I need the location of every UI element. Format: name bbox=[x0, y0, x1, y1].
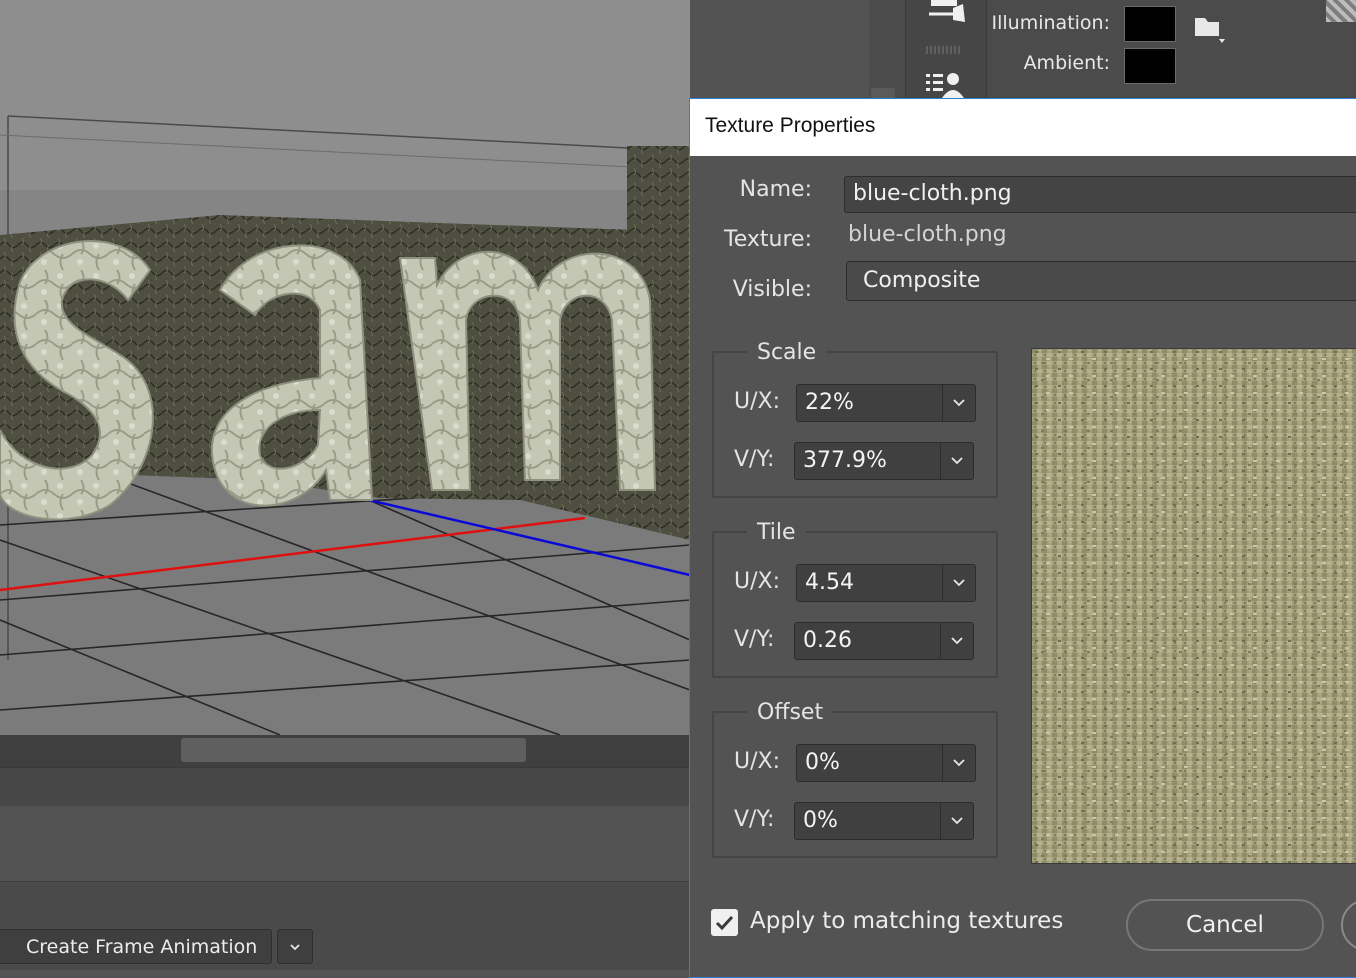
tile-vy-dropdown-button[interactable] bbox=[940, 623, 973, 659]
chevron-down-icon bbox=[953, 399, 965, 407]
scale-vy-dropdown-button[interactable] bbox=[940, 443, 973, 479]
illumination-label: Illumination: bbox=[991, 12, 1110, 34]
create-frame-animation-button[interactable]: Create Frame Animation bbox=[0, 929, 272, 964]
name-field[interactable]: blue-cloth.png bbox=[844, 176, 1356, 213]
name-label: Name: bbox=[739, 177, 812, 202]
3d-viewport[interactable] bbox=[0, 0, 690, 735]
folder-icon[interactable] bbox=[1193, 14, 1227, 44]
offset-ux-value[interactable]: 0% bbox=[797, 745, 942, 781]
cancel-button-label: Cancel bbox=[1186, 912, 1264, 938]
offset-vy-dropdown-button[interactable] bbox=[940, 803, 973, 839]
chevron-down-icon bbox=[953, 759, 965, 767]
chevron-down-icon bbox=[953, 579, 965, 587]
create-frame-animation-label: Create Frame Animation bbox=[26, 936, 258, 958]
grip-icon bbox=[926, 46, 960, 54]
tile-vy-label: V/Y: bbox=[734, 627, 775, 652]
chevron-down-icon bbox=[951, 637, 963, 645]
light-tool-icon[interactable] bbox=[925, 0, 969, 30]
tile-ux-label: U/X: bbox=[734, 569, 780, 594]
scale-vy-combo[interactable]: 377.9% bbox=[794, 442, 974, 480]
dialog-title: Texture Properties bbox=[705, 114, 876, 137]
scale-vy-label: V/Y: bbox=[734, 447, 775, 472]
visible-label: Visible: bbox=[732, 277, 812, 302]
scale-legend: Scale bbox=[747, 340, 827, 365]
chevron-down-icon bbox=[290, 944, 300, 951]
animation-type-dropdown[interactable] bbox=[277, 929, 313, 964]
chevron-down-icon bbox=[951, 817, 963, 825]
ambient-color-swatch[interactable] bbox=[1124, 48, 1176, 84]
timeline-panel bbox=[0, 806, 690, 882]
offset-ux-label: U/X: bbox=[734, 749, 780, 774]
cancel-button[interactable]: Cancel bbox=[1126, 899, 1324, 951]
visible-dropdown[interactable]: Composite bbox=[846, 261, 1356, 301]
tile-legend: Tile bbox=[747, 520, 806, 545]
scale-ux-combo[interactable]: 22% bbox=[796, 384, 976, 422]
offset-legend: Offset bbox=[747, 700, 834, 725]
scene-list-icon[interactable] bbox=[924, 70, 968, 100]
texture-label: Texture: bbox=[724, 227, 812, 252]
3d-scene bbox=[0, 0, 690, 735]
tile-vy-combo[interactable]: 0.26 bbox=[794, 622, 974, 660]
illumination-color-swatch[interactable] bbox=[1124, 6, 1176, 42]
scale-ux-label: U/X: bbox=[734, 389, 780, 414]
texture-preview[interactable] bbox=[1031, 348, 1356, 864]
tile-vy-value[interactable]: 0.26 bbox=[795, 623, 940, 659]
scale-ux-value[interactable]: 22% bbox=[797, 385, 942, 421]
tile-ux-value[interactable]: 4.54 bbox=[797, 565, 942, 601]
offset-vy-label: V/Y: bbox=[734, 807, 775, 832]
offset-ux-combo[interactable]: 0% bbox=[796, 744, 976, 782]
panel-divider bbox=[0, 767, 690, 807]
texture-thumbnail[interactable] bbox=[1326, 0, 1356, 22]
checkmark-icon bbox=[715, 915, 734, 931]
visible-dropdown-value: Composite bbox=[863, 268, 981, 293]
ambient-label: Ambient: bbox=[1023, 52, 1110, 74]
tile-ux-combo[interactable]: 4.54 bbox=[796, 564, 976, 602]
scrollbar-thumb[interactable] bbox=[181, 738, 526, 762]
cloth-texture-image bbox=[1032, 349, 1356, 863]
chevron-down-icon bbox=[951, 457, 963, 465]
texture-filename: blue-cloth.png bbox=[848, 222, 1007, 247]
apply-to-matching-label[interactable]: Apply to matching textures bbox=[750, 908, 1063, 934]
offset-vy-value[interactable]: 0% bbox=[795, 803, 940, 839]
name-field-value: blue-cloth.png bbox=[853, 181, 1012, 206]
offset-ux-dropdown-button[interactable] bbox=[942, 745, 975, 781]
scale-vy-value[interactable]: 377.9% bbox=[795, 443, 940, 479]
scale-ux-dropdown-button[interactable] bbox=[942, 385, 975, 421]
tile-ux-dropdown-button[interactable] bbox=[942, 565, 975, 601]
offset-vy-combo[interactable]: 0% bbox=[794, 802, 974, 840]
apply-to-matching-checkbox[interactable] bbox=[711, 909, 738, 936]
